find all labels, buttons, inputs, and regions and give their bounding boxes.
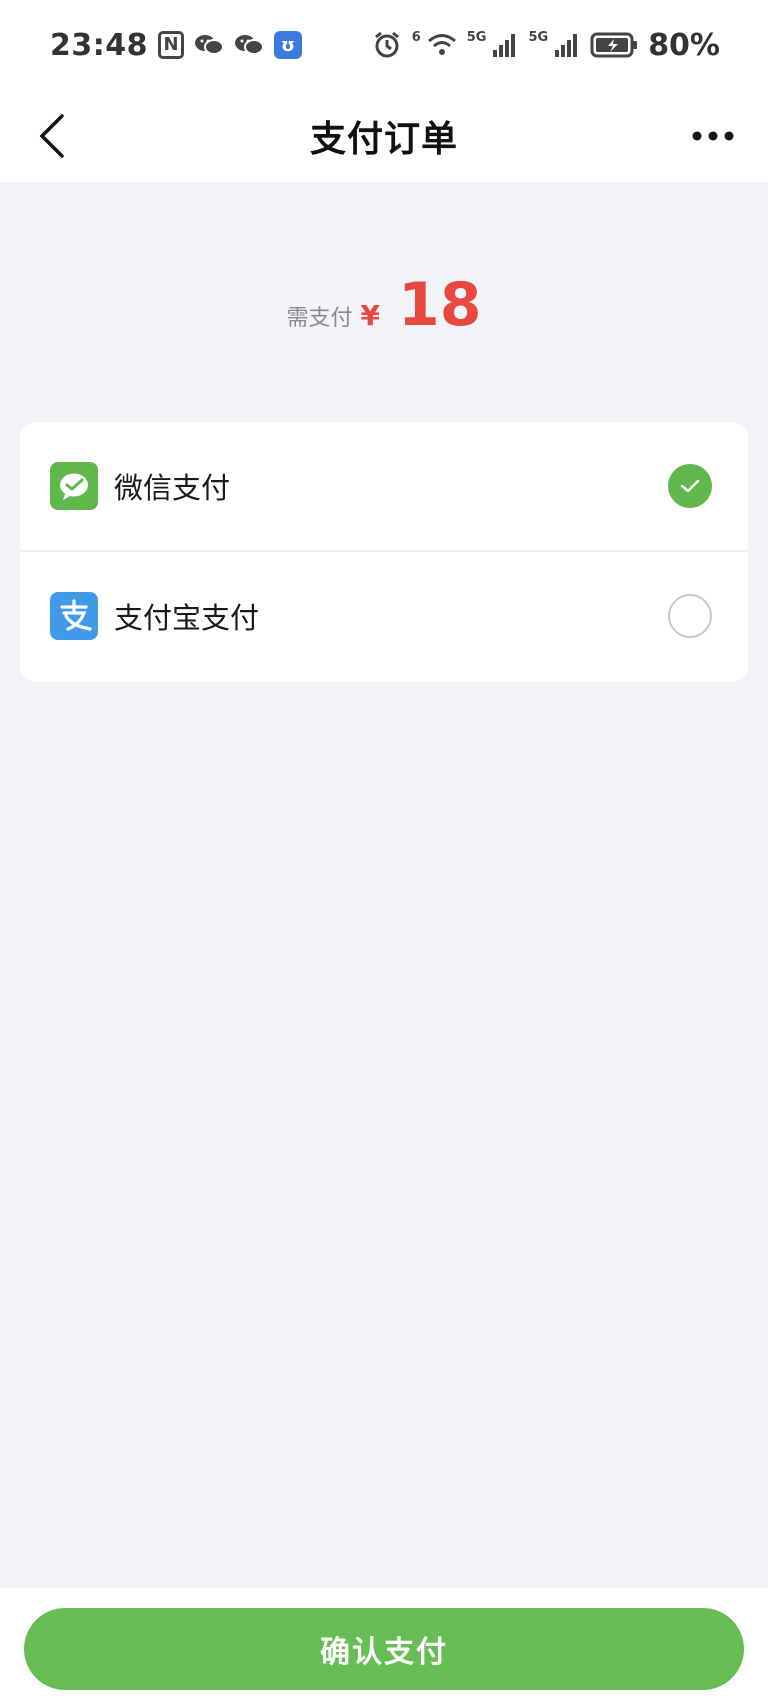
payment-option-label: 支付宝支付 bbox=[114, 601, 260, 635]
wifi-icon bbox=[427, 32, 457, 58]
wifi-label: 6 bbox=[411, 29, 421, 45]
signal-5g-icon bbox=[492, 32, 518, 58]
battery-percent: 80% bbox=[648, 27, 720, 63]
payment-screen: 23:48 N ʊ 6 5G 5G 80% 支付订单 需支付 ¥ 18 微信支付… bbox=[0, 0, 768, 1706]
status-bar: 23:48 N ʊ 6 5G 5G 80% bbox=[0, 0, 768, 90]
nav-bar: 支付订单 bbox=[0, 90, 768, 182]
amount-label: 需支付 bbox=[286, 306, 353, 331]
wechat-icon bbox=[194, 33, 224, 57]
status-right: 6 5G 5G 80% bbox=[372, 28, 720, 63]
chevron-left-icon bbox=[39, 114, 64, 158]
status-left: 23:48 N ʊ bbox=[50, 28, 302, 63]
signal-5g-icon bbox=[554, 32, 580, 58]
currency-symbol: ¥ bbox=[360, 299, 380, 332]
wechat-icon bbox=[234, 33, 264, 57]
nfc-icon: N bbox=[158, 31, 184, 59]
payment-option-label: 微信支付 bbox=[114, 471, 231, 505]
payment-option-alipay[interactable]: 支付宝支付 bbox=[20, 550, 748, 680]
amount-due: 需支付 ¥ 18 bbox=[0, 270, 768, 350]
radio-unselected-icon[interactable] bbox=[668, 594, 712, 638]
app-badge-icon: ʊ bbox=[274, 31, 302, 59]
footer-bar: 确认支付 bbox=[0, 1588, 768, 1706]
signal-label: 5G bbox=[528, 29, 549, 45]
battery-charging-icon bbox=[590, 31, 638, 59]
confirm-pay-button[interactable]: 确认支付 bbox=[24, 1608, 744, 1690]
amount-value: 18 bbox=[398, 270, 482, 340]
back-button[interactable] bbox=[34, 108, 74, 164]
alipay-icon bbox=[50, 592, 98, 640]
signal-label: 5G bbox=[466, 29, 487, 45]
radio-selected-icon[interactable] bbox=[668, 464, 712, 508]
wechat-pay-icon bbox=[50, 462, 98, 510]
payment-methods-card: 微信支付 支付宝支付 bbox=[20, 422, 748, 682]
more-button[interactable] bbox=[688, 116, 738, 156]
status-time: 23:48 bbox=[50, 27, 148, 63]
page-title: 支付订单 bbox=[309, 119, 458, 160]
payment-option-wechat[interactable]: 微信支付 bbox=[20, 422, 748, 550]
alarm-icon bbox=[372, 30, 402, 60]
more-dots-icon bbox=[692, 131, 734, 141]
